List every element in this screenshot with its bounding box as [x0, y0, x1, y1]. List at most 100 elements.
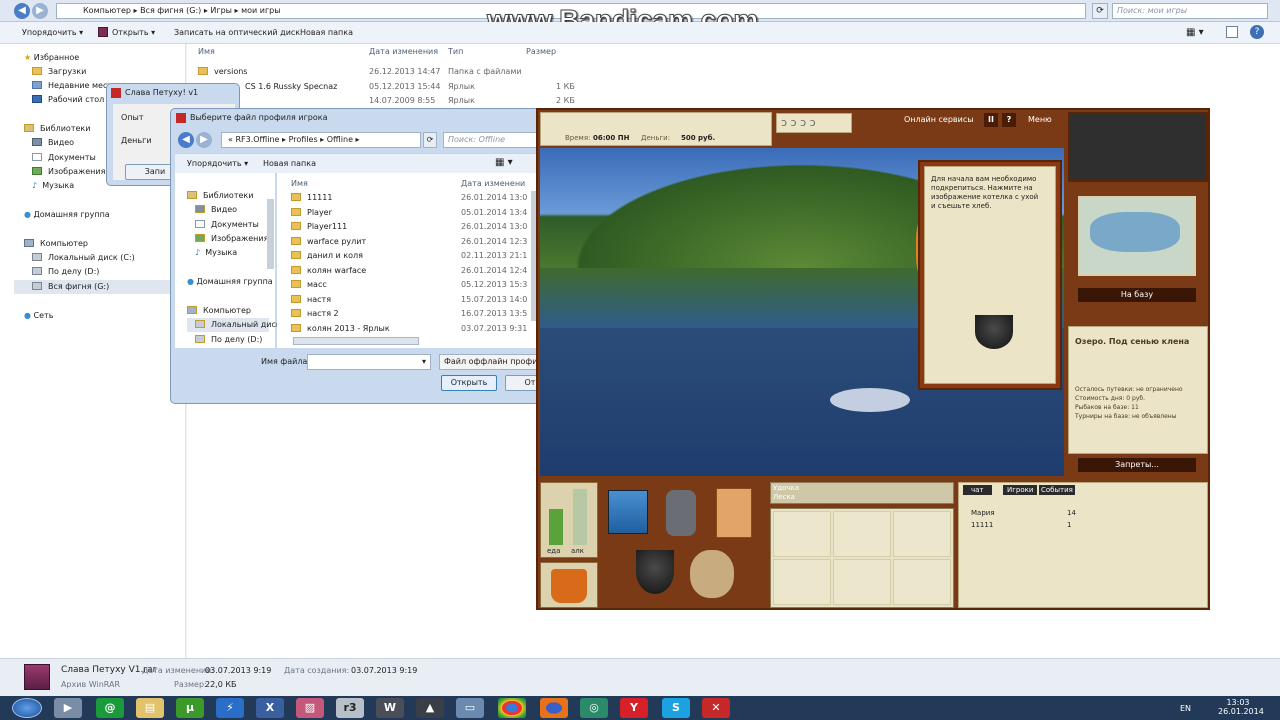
inventory-slot[interactable]: [833, 559, 891, 605]
network-icon[interactable]: ◎: [580, 698, 608, 718]
table-row[interactable]: CS 1.6 Russky Specnaz: [245, 80, 337, 94]
scrollbar[interactable]: [267, 199, 274, 269]
trainer-icon[interactable]: ✕: [702, 698, 730, 718]
dialog-organize-button[interactable]: Упорядочить ▾: [187, 159, 248, 168]
list-item[interactable]: Player111: [291, 220, 347, 234]
paint-icon[interactable]: ▨: [296, 698, 324, 718]
bucket-icon[interactable]: [551, 569, 587, 603]
online-services-button[interactable]: Онлайн сервисы: [904, 115, 974, 124]
view-icon[interactable]: ▦ ▾: [495, 157, 513, 168]
bucket-slot[interactable]: [540, 562, 598, 608]
forward-icon[interactable]: ▶: [196, 132, 212, 148]
nav-downloads[interactable]: Загрузки: [32, 65, 86, 79]
nav-images[interactable]: Изображения: [195, 232, 268, 246]
preview-pane-icon[interactable]: [1226, 26, 1238, 38]
nav-video[interactable]: Видео: [195, 203, 237, 217]
search-input[interactable]: Поиск: мои игры: [1112, 3, 1268, 19]
firefox-icon[interactable]: [540, 698, 568, 718]
world-of-tanks-icon[interactable]: ▲: [416, 698, 444, 718]
inventory-slot[interactable]: [893, 559, 951, 605]
nav-homegroup[interactable]: ● Домашняя группа: [24, 208, 110, 222]
inventory-slot[interactable]: [833, 511, 891, 557]
inventory-slot[interactable]: [773, 511, 831, 557]
yandex-icon[interactable]: Y: [620, 698, 648, 718]
nav-favorites[interactable]: ★ Избранное: [24, 51, 79, 65]
chrome-icon[interactable]: [498, 698, 526, 718]
nav-music[interactable]: ♪ Музыка: [195, 246, 237, 260]
pause-button[interactable]: II: [984, 113, 998, 127]
column-name[interactable]: Имя: [291, 179, 308, 188]
lake-scene[interactable]: Для начала вам необходимо подкрепиться. …: [540, 148, 1064, 476]
nav-disk-d[interactable]: По делу (D:): [195, 333, 262, 347]
organize-button[interactable]: Упорядочить ▾: [22, 28, 83, 37]
list-item[interactable]: 11111: [291, 191, 332, 205]
refresh-icon[interactable]: ⟳: [423, 132, 437, 148]
skype-icon[interactable]: S: [662, 698, 690, 718]
gplus-icon[interactable]: ⚡: [216, 698, 244, 718]
nav-homegroup[interactable]: ● Домашняя группа: [187, 275, 273, 289]
menu-button[interactable]: Меню: [1028, 115, 1052, 124]
nav-disk-c[interactable]: Локальный диск: [187, 318, 281, 332]
list-item[interactable]: колян warface: [291, 264, 366, 278]
nav-computer[interactable]: Компьютер: [24, 237, 88, 251]
bans-button[interactable]: Запреты...: [1078, 458, 1196, 472]
column-type[interactable]: Тип: [448, 47, 463, 56]
list-item[interactable]: масс: [291, 278, 327, 292]
window-icon[interactable]: ▭: [456, 698, 484, 718]
list-item[interactable]: Player: [291, 206, 332, 220]
dota-icon[interactable]: X: [256, 698, 284, 718]
nav-video[interactable]: Видео: [32, 136, 74, 150]
pot-icon[interactable]: [975, 315, 1013, 349]
nav-libraries[interactable]: Библиотеки: [187, 189, 253, 203]
folder-icon[interactable]: ▤: [136, 698, 164, 718]
list-item[interactable]: настя: [291, 293, 331, 307]
refresh-icon[interactable]: ⟳: [1092, 3, 1108, 19]
nav-disk-g[interactable]: Вся фигня (G:): [14, 280, 186, 294]
column-size[interactable]: Размер: [526, 47, 556, 56]
utorrent-icon[interactable]: μ: [176, 698, 204, 718]
list-item[interactable]: колян 2013 - Ярлык: [291, 322, 390, 336]
nav-disk-d[interactable]: По делу (D:): [32, 265, 99, 279]
cancel-button[interactable]: Отм: [505, 375, 539, 391]
column-modified[interactable]: Дата изменени: [461, 179, 525, 188]
inventory-slot[interactable]: [773, 559, 831, 605]
open-button[interactable]: Открыть: [441, 375, 497, 391]
list-item[interactable]: настя 2: [291, 307, 339, 321]
clock[interactable]: 13:03 26.01.2014: [1218, 698, 1264, 716]
language-indicator[interactable]: EN: [1180, 704, 1191, 713]
rf3-icon[interactable]: r3: [336, 698, 364, 718]
nav-images[interactable]: Изображения: [32, 165, 105, 179]
nav-desktop[interactable]: Рабочий стол: [32, 93, 104, 107]
burn-button[interactable]: Записать на оптический диск: [174, 28, 300, 37]
nav-documents[interactable]: Документы: [32, 151, 96, 165]
inventory-slot[interactable]: [893, 511, 951, 557]
pot-icon[interactable]: [636, 550, 674, 594]
filetype-select[interactable]: Файл оффлайн профиля и: [439, 354, 539, 370]
tackle-box-icon[interactable]: [608, 490, 648, 534]
help-button[interactable]: ?: [1002, 113, 1016, 127]
tab-events[interactable]: События: [1039, 485, 1075, 495]
back-icon[interactable]: ◀: [14, 3, 30, 19]
list-item[interactable]: warface рулит: [291, 235, 366, 249]
map-icon[interactable]: [1078, 196, 1196, 276]
column-modified[interactable]: Дата изменения: [369, 47, 438, 56]
tab-chat[interactable]: чат: [963, 485, 992, 495]
hook-icon[interactable]: ↄ ↄ ↄ ↄ: [781, 116, 816, 129]
filename-input[interactable]: ▾: [307, 354, 431, 370]
column-name[interactable]: Имя: [198, 47, 215, 56]
tab-players[interactable]: Игроки: [1003, 485, 1038, 495]
nav-music[interactable]: ♪ Музыка: [32, 179, 74, 193]
nav-libraries[interactable]: Библиотеки: [24, 122, 90, 136]
backpack-icon[interactable]: [666, 490, 696, 536]
help-icon[interactable]: ?: [1250, 25, 1264, 39]
forward-icon[interactable]: ▶: [32, 3, 48, 19]
back-icon[interactable]: ◀: [178, 132, 194, 148]
notebook-icon[interactable]: [716, 488, 752, 538]
dialog-new-folder-button[interactable]: Новая папка: [263, 159, 316, 168]
nav-computer[interactable]: Компьютер: [187, 304, 251, 318]
to-base-button[interactable]: На базу: [1078, 288, 1196, 302]
start-button[interactable]: [12, 698, 42, 718]
open-button[interactable]: Открыть ▾: [112, 28, 155, 37]
table-row[interactable]: versions: [198, 65, 247, 79]
new-folder-button[interactable]: Новая папка: [300, 28, 353, 37]
